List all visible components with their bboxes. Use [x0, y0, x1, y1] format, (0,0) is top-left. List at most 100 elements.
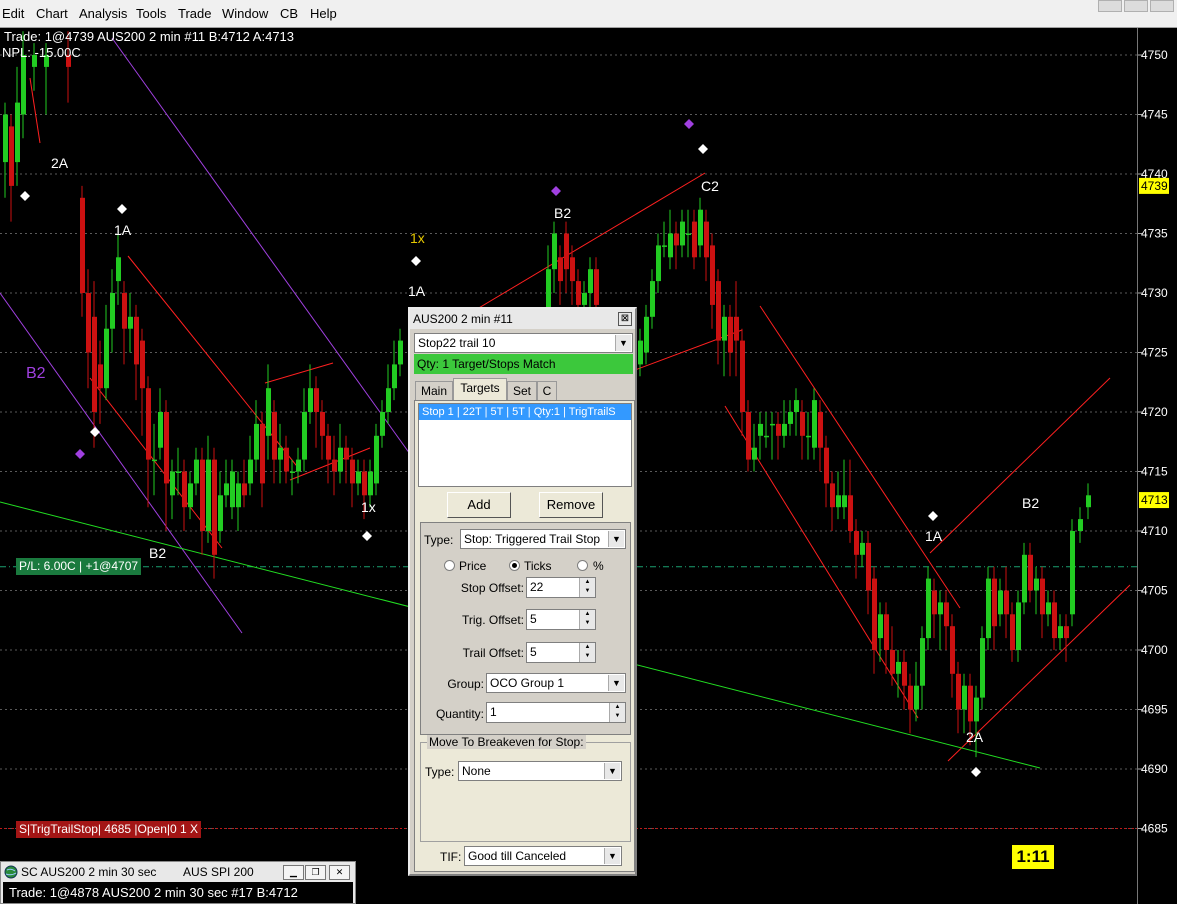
candle-up [296, 459, 301, 472]
spinner-arrows-icon[interactable]: ▲ ▼ [579, 610, 595, 629]
menu-window[interactable]: Window [222, 6, 268, 21]
dialog-close-icon[interactable]: ⊠ [618, 312, 632, 326]
candle-down [956, 673, 961, 710]
add-button[interactable]: Add [447, 492, 511, 518]
price-axis[interactable] [1137, 28, 1177, 904]
candle-down [576, 281, 581, 305]
candle-up [998, 590, 1003, 615]
stop-type-select[interactable]: Stop: Triggered Trail Stop ▼ [460, 529, 626, 549]
minimize-button[interactable] [1098, 0, 1122, 12]
trail-offset-value: 5 [530, 645, 537, 659]
ticks-radio[interactable] [509, 560, 520, 571]
restore-button[interactable] [1124, 0, 1148, 12]
candle-up [644, 316, 649, 353]
candle-up [752, 447, 757, 460]
trig-offset-input[interactable]: 5 ▲ ▼ [526, 609, 596, 630]
chart-annotation: B2 [149, 545, 166, 561]
menu-cb[interactable]: CB [280, 6, 298, 21]
candle-down [818, 412, 823, 448]
candle-up [1016, 602, 1021, 650]
candle-down [884, 614, 889, 650]
candle-down [950, 626, 955, 674]
spinner-arrows-icon[interactable]: ▲ ▼ [579, 578, 595, 597]
stop-offset-input[interactable]: 22 ▲ ▼ [526, 577, 596, 598]
chart-annotation: 1A [408, 283, 426, 299]
white-diamond-marker [411, 256, 421, 266]
breakeven-group: Move To Breakeven for Stop: Type: None ▼ [420, 735, 631, 842]
tab-c[interactable]: C [537, 381, 557, 400]
menu-chart[interactable]: Chart [36, 6, 68, 21]
be-type-label: Type: [425, 765, 455, 779]
candle-up [338, 447, 343, 472]
menu-trade[interactable]: Trade [178, 6, 211, 21]
candle-down [692, 221, 697, 258]
tab-main[interactable]: Main [415, 381, 453, 400]
chart-annotation: B2 [554, 205, 571, 221]
percent-radio-label: % [593, 559, 604, 573]
candle-down [728, 316, 733, 353]
candle-down [320, 412, 325, 436]
spinner-arrows-icon[interactable]: ▲ ▼ [609, 703, 625, 722]
breakeven-type-select[interactable]: None ▼ [458, 761, 622, 781]
menu-help[interactable]: Help [310, 6, 337, 21]
mini-minimize-icon[interactable]: ▁ [283, 865, 304, 880]
candle-down [800, 412, 805, 436]
strategy-select[interactable]: Stop22 trail 10 ▼ [414, 333, 633, 353]
percent-radio[interactable] [577, 560, 588, 571]
trade-window: AUS200 2 min #11 ⊠ Stop22 trail 10 ▼ Qty:… [408, 307, 637, 876]
candle-down [992, 578, 997, 627]
stop-order-label[interactable]: S|TrigTrailStop| 4685 |Open|0 1 X [16, 821, 202, 838]
dialog-title-bar[interactable]: AUS200 2 min #11 ⊠ [410, 309, 635, 329]
white-diamond-marker [928, 511, 938, 521]
mini-close-icon[interactable]: ✕ [329, 865, 350, 880]
chart-annotation: 1x [361, 499, 376, 515]
quantity-input[interactable]: 1 ▲ ▼ [486, 702, 626, 723]
tif-value: Good till Canceled [468, 849, 567, 863]
candle-up [374, 435, 379, 484]
price-radio[interactable] [444, 560, 455, 571]
remove-button[interactable]: Remove [539, 492, 603, 518]
candle-up [230, 471, 235, 508]
candle-up [1058, 626, 1063, 639]
minimized-chart-window[interactable]: SC AUS200 2 min 30 sec AUS SPI 200 ▁ ❐ ✕… [0, 861, 356, 904]
group-select[interactable]: OCO Group 1 ▼ [486, 673, 626, 693]
targets-list[interactable]: Stop 1 | 22T | 5T | 5T | Qty:1 | TrigTra… [418, 403, 632, 487]
tab-targets[interactable]: Targets [453, 378, 507, 401]
list-item[interactable]: Stop 1 | 22T | 5T | 5T | Qty:1 | TrigTra… [419, 404, 631, 420]
candle-down [932, 590, 937, 615]
candle-up [116, 257, 121, 282]
candle-up [206, 459, 211, 531]
chart-annotation: B2 [1022, 495, 1039, 511]
tif-select[interactable]: Good till Canceled ▼ [464, 846, 622, 866]
candle-down [716, 281, 721, 341]
type-label: Type: [424, 533, 454, 547]
menu-tools[interactable]: Tools [136, 6, 166, 21]
candle-up [938, 602, 943, 615]
menu-edit[interactable]: Edit [2, 6, 24, 21]
candle-up [278, 447, 283, 460]
candle-up [266, 388, 271, 436]
candle-up [1078, 519, 1083, 531]
candle-down [80, 197, 85, 293]
candle-down [1064, 626, 1069, 639]
candle-down [164, 412, 169, 484]
close-button[interactable] [1150, 0, 1174, 12]
candle-down [710, 245, 715, 305]
candle-down [902, 661, 907, 686]
breakeven-type-value: None [462, 764, 491, 778]
candle-up [158, 412, 163, 448]
candle-up [170, 471, 175, 496]
position-label[interactable]: P/L: 6.00C | +1@4707 [16, 558, 142, 575]
tab-set[interactable]: Set [507, 381, 537, 400]
candle-up [176, 471, 181, 473]
mini-restore-icon[interactable]: ❐ [305, 865, 326, 880]
candle-down [314, 388, 319, 412]
spinner-arrows-icon[interactable]: ▲ ▼ [579, 643, 595, 662]
menu-analysis[interactable]: Analysis [79, 6, 127, 21]
candle-down [134, 316, 139, 365]
dialog-title: AUS200 2 min #11 [413, 312, 513, 326]
candle-up [194, 459, 199, 484]
trail-offset-input[interactable]: 5 ▲ ▼ [526, 642, 596, 663]
stop-offset-value: 22 [530, 580, 544, 594]
trig-offset-value: 5 [530, 612, 537, 626]
